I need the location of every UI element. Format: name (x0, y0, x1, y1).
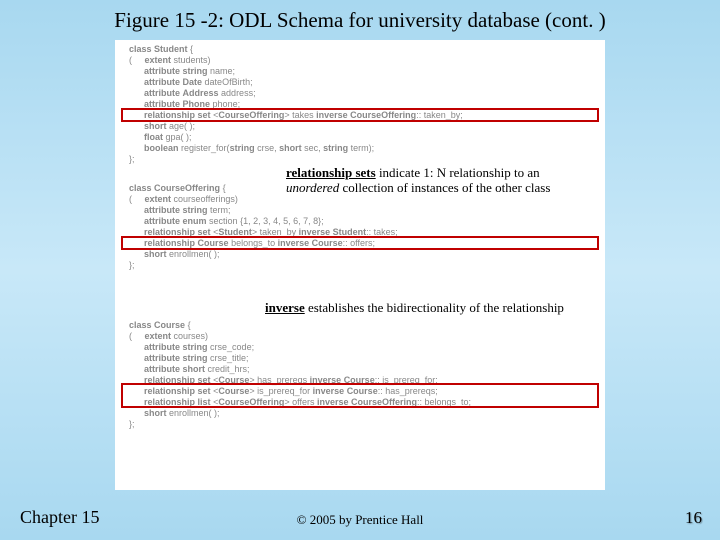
code-courseoffering: class CourseOffering { ( extent courseof… (129, 183, 398, 271)
footer-copyright: © 2005 by Prentice Hall (0, 512, 720, 528)
highlight-box-takes (121, 108, 599, 122)
code-course: class Course { ( extent courses) attribu… (129, 320, 471, 430)
annotation-relationship-sets: relationship sets indicate 1: N relation… (286, 165, 596, 195)
code-panel: class Student { ( extent students) attri… (115, 40, 605, 490)
annotation-inverse: inverse establishes the bidirectionality… (265, 300, 605, 315)
code-student: class Student { ( extent students) attri… (129, 44, 463, 165)
slide-title: Figure 15 -2: ODL Schema for university … (0, 8, 720, 33)
highlight-box-taken-by (121, 236, 599, 250)
highlight-box-prereqs (121, 383, 599, 408)
footer-page-number: 16 (685, 508, 702, 528)
